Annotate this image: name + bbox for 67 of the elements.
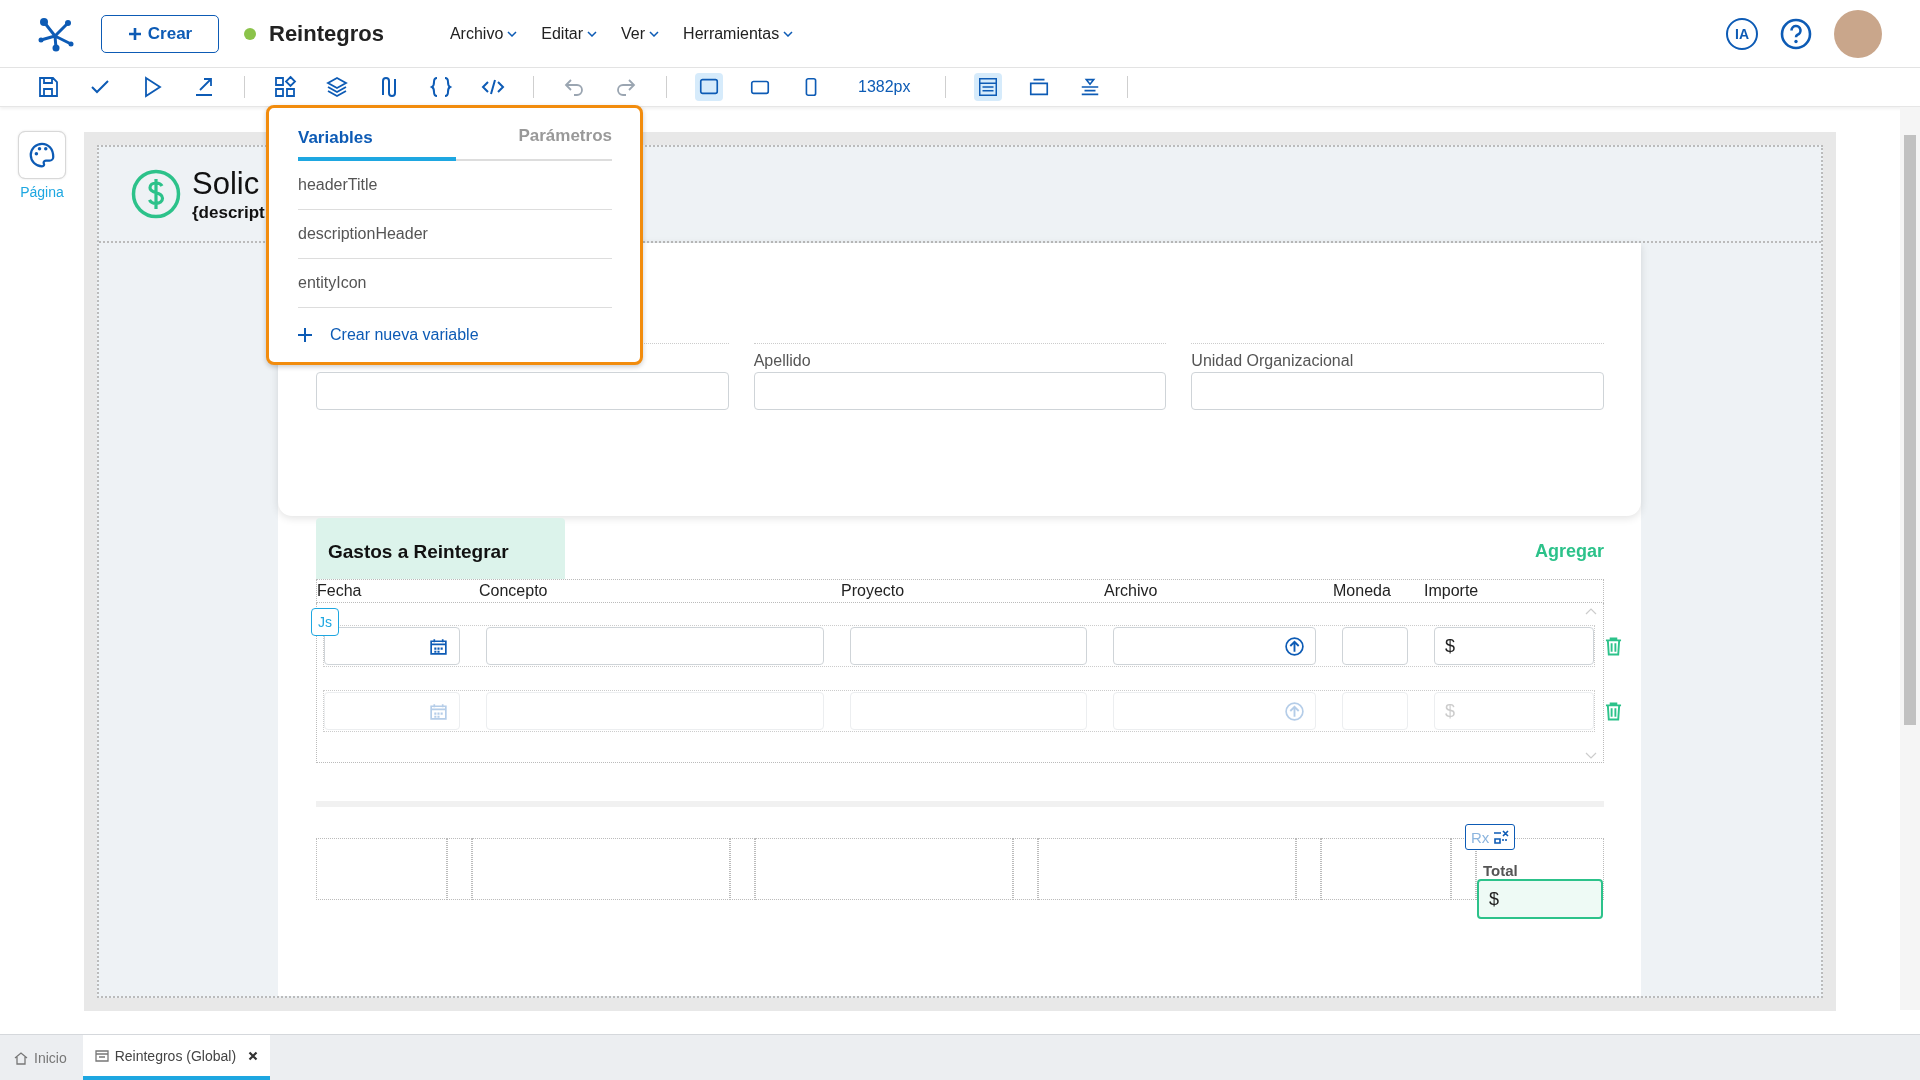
document-tab[interactable]: Reintegros (Global) bbox=[82, 1035, 271, 1080]
field-label: Apellido bbox=[753, 352, 812, 370]
column-header: Moneda bbox=[1333, 582, 1392, 600]
user-avatar[interactable] bbox=[1834, 9, 1882, 58]
scrollbar[interactable] bbox=[1900, 107, 1920, 1010]
tab-label: Inicio bbox=[34, 1049, 67, 1066]
upload-icon[interactable] bbox=[1284, 635, 1305, 657]
field-label: Unidad Organizacional bbox=[1191, 352, 1355, 370]
page-button[interactable] bbox=[19, 132, 65, 178]
palette-icon bbox=[27, 140, 57, 170]
variable-item[interactable]: descriptionHeader bbox=[298, 210, 612, 259]
date-field[interactable] bbox=[324, 627, 460, 665]
ai-button[interactable]: IA bbox=[1726, 17, 1758, 50]
braces-icon[interactable] bbox=[429, 75, 453, 99]
plus-icon[interactable] bbox=[298, 328, 312, 342]
empty-cell bbox=[447, 838, 472, 900]
dollar-icon bbox=[131, 169, 181, 219]
status-dot-icon bbox=[244, 27, 256, 40]
input-field[interactable] bbox=[753, 372, 1167, 410]
chevron-down-icon bbox=[783, 30, 794, 37]
page-subtitle: {descript bbox=[192, 203, 265, 223]
width-label: 1382px bbox=[858, 78, 911, 96]
variable-item[interactable]: headerTitle bbox=[298, 161, 612, 210]
page-title: Solic bbox=[192, 165, 261, 203]
chevron-down-icon bbox=[587, 30, 598, 37]
home-icon bbox=[14, 1050, 28, 1065]
menu-item[interactable]: Ver bbox=[621, 24, 660, 43]
chevron-down-icon bbox=[649, 30, 660, 37]
menu-item[interactable]: Archivo bbox=[449, 24, 518, 43]
empty-cell bbox=[1296, 838, 1321, 900]
input-field[interactable] bbox=[316, 372, 729, 410]
column-header: Fecha bbox=[317, 582, 363, 600]
input-field[interactable] bbox=[1191, 372, 1604, 410]
column-header: Proyecto bbox=[841, 582, 906, 600]
trash-icon[interactable] bbox=[1605, 636, 1622, 656]
create-variable-link[interactable]: Crear nueva variable bbox=[330, 326, 479, 344]
close-icon[interactable] bbox=[248, 1050, 259, 1061]
chevron-down-icon bbox=[507, 30, 518, 37]
page-label: Página bbox=[20, 184, 64, 200]
popup-tab[interactable]: Variables bbox=[298, 110, 456, 161]
menu-item[interactable]: Editar bbox=[541, 24, 598, 43]
input-field[interactable] bbox=[850, 627, 1087, 665]
column-header: Archivo bbox=[1104, 582, 1159, 600]
layers-icon[interactable] bbox=[325, 75, 349, 99]
document-tab[interactable]: Inicio bbox=[0, 1035, 81, 1080]
menu-item[interactable]: Herramientas bbox=[683, 24, 794, 43]
document-title: Reintegros bbox=[269, 20, 384, 47]
input-field[interactable] bbox=[486, 627, 824, 665]
column-header: Concepto bbox=[479, 582, 549, 600]
empty-cell bbox=[730, 838, 755, 900]
create-button[interactable]: Crear bbox=[101, 14, 219, 53]
layout-icon[interactable] bbox=[973, 73, 1002, 101]
help-icon[interactable] bbox=[1780, 17, 1812, 50]
components-icon[interactable] bbox=[273, 75, 297, 99]
column-header: Importe bbox=[1424, 582, 1480, 600]
variable-item[interactable]: entityIcon bbox=[298, 259, 612, 308]
desktop-icon[interactable] bbox=[695, 73, 723, 101]
total-field[interactable]: $ bbox=[1477, 879, 1603, 919]
form-icon bbox=[94, 1048, 109, 1063]
amount-field[interactable]: $ bbox=[1434, 627, 1594, 665]
save-icon[interactable] bbox=[36, 75, 60, 99]
file-field[interactable] bbox=[1113, 627, 1316, 665]
tab-label: Reintegros (Global) bbox=[114, 1047, 237, 1064]
input-field[interactable] bbox=[1342, 627, 1408, 665]
empty-cell bbox=[1013, 838, 1038, 900]
plus-icon bbox=[127, 26, 142, 41]
total-label: Total bbox=[1482, 862, 1519, 879]
